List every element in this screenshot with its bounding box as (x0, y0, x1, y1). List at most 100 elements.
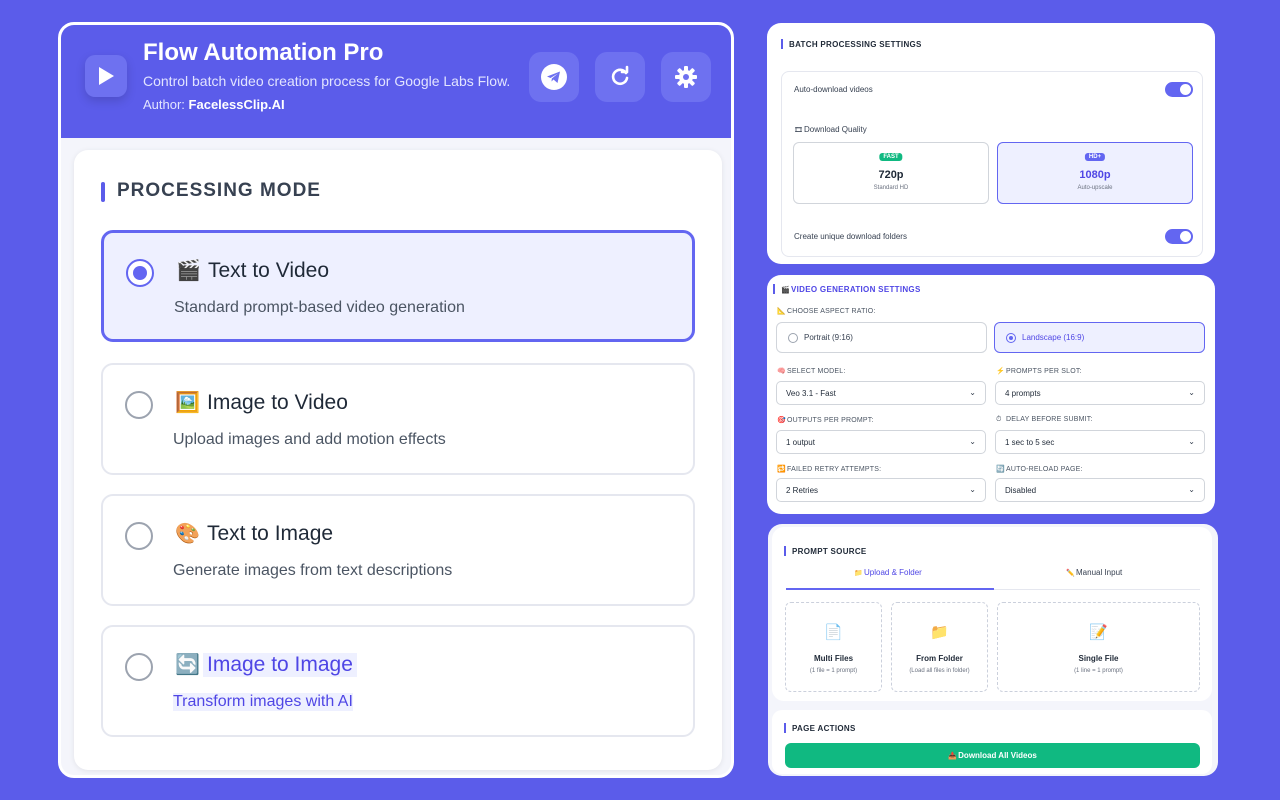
batch-settings-panel: BATCH PROCESSING SETTINGS Auto-download … (767, 23, 1215, 264)
auto-download-toggle[interactable] (1165, 82, 1193, 97)
processing-mode-title: PROCESSING MODE (101, 180, 321, 202)
app-author: Author: FacelessClip.AI (143, 97, 285, 112)
mode-option-image-to-video[interactable]: 🖼️ Image to Video Upload images and add … (101, 363, 695, 475)
delay-label: ⏱ DELAY BEFORE SUBMIT: (996, 416, 1093, 424)
model-select[interactable]: Veo 3.1 - Fast ⌄ (776, 381, 986, 405)
radio-button[interactable] (125, 391, 153, 419)
picture-icon: 🖼️ (175, 392, 200, 414)
page-actions-title: PAGE ACTIONS (784, 723, 856, 733)
mode-option-text-to-image[interactable]: 🎨 Text to Image Generate images from tex… (101, 494, 695, 606)
mode-option-text-to-video[interactable]: 🎬 Text to Video Standard prompt-based vi… (101, 230, 695, 342)
outputs-text: OUTPUTS PER PROMPT: (787, 417, 874, 424)
source-multi-files[interactable]: 📄 Multi Files (1 file = 1 prompt) (785, 602, 882, 692)
clapper-icon: 🎬 (781, 287, 791, 294)
select-value: 1 sec to 5 sec (1005, 438, 1055, 447)
source-sub: (Load all files in folder) (909, 668, 970, 674)
radio-button[interactable] (126, 259, 154, 287)
video-settings-text: VIDEO GENERATION SETTINGS (791, 285, 921, 294)
model-text: SELECT MODEL: (787, 368, 846, 375)
select-value: Disabled (1005, 486, 1037, 495)
mode-option-image-to-image[interactable]: 🔄 Image to Image Transform images with A… (101, 625, 695, 737)
source-single-file[interactable]: 📝 Single File (1 line = 1 prompt) (997, 602, 1200, 692)
prompt-source-card: PROMPT SOURCE 📁Upload & Folder ✏️Manual … (772, 527, 1212, 701)
download-all-button[interactable]: 📥Download All Videos (785, 743, 1200, 768)
video-settings-panel: 🎬VIDEO GENERATION SETTINGS 📐CHOOSE ASPEC… (767, 275, 1215, 514)
source-title: Single File (1078, 654, 1119, 663)
prompts-per-slot-select[interactable]: 4 prompts ⌄ (995, 381, 1205, 405)
telegram-icon (541, 64, 567, 90)
film-icon: 🎞 (794, 127, 803, 134)
select-value: 1 output (786, 438, 815, 447)
reload-text: AUTO-RELOAD PAGE: (1006, 466, 1083, 473)
quality-option-1080p[interactable]: HD+ 1080p Auto-upscale (997, 142, 1193, 204)
brain-icon: 🧠 (777, 368, 786, 375)
portrait-label: Portrait (9:16) (804, 333, 853, 342)
option-description: Generate images from text descriptions (173, 562, 453, 579)
telegram-button[interactable] (529, 52, 579, 102)
lightning-icon: ⚡ (996, 368, 1005, 375)
chevron-down-icon: ⌄ (1188, 388, 1195, 397)
unique-folders-label: Create unique download folders (794, 232, 907, 241)
memo-icon: 📝 (1089, 624, 1108, 641)
ruler-icon: 📐 (777, 308, 786, 315)
gear-icon (675, 66, 697, 88)
folder-icon: 📁 (930, 624, 949, 641)
document-icon: 📄 (824, 624, 843, 641)
select-value: 4 prompts (1005, 389, 1041, 398)
radio-button[interactable] (125, 522, 153, 550)
app-title: Flow Automation Pro (143, 39, 384, 66)
chevron-down-icon: ⌄ (1188, 437, 1195, 446)
tab-upload-folder[interactable]: 📁Upload & Folder (854, 568, 922, 577)
folder-icon: 📁 (854, 570, 863, 577)
portrait-option[interactable]: Portrait (9:16) (776, 322, 987, 353)
batch-settings-box: Auto-download videos 🎞Download Quality F… (781, 71, 1203, 257)
clapper-icon: 🎬 (176, 260, 201, 282)
unique-folders-toggle[interactable] (1165, 229, 1193, 244)
quality-value: 720p (878, 169, 904, 181)
main-panel: Flow Automation Pro Control batch video … (58, 22, 734, 778)
app-subtitle: Control batch video creation process for… (143, 73, 511, 89)
quality-sub: Standard HD (873, 185, 909, 191)
radio-button[interactable] (1006, 333, 1016, 343)
chevron-down-icon: ⌄ (1188, 485, 1195, 494)
source-sub: (1 file = 1 prompt) (809, 668, 858, 674)
page-actions-card: PAGE ACTIONS 📥Download All Videos (772, 710, 1212, 774)
option-title: Image to Video (207, 391, 348, 414)
refresh-button[interactable] (595, 52, 645, 102)
quality-sub: Auto-upscale (1077, 185, 1113, 191)
reload-icon: 🔄 (996, 466, 1005, 473)
reload-select[interactable]: Disabled ⌄ (995, 478, 1205, 502)
source-sub: (1 line = 1 prompt) (1074, 668, 1123, 674)
pencil-icon: ✏️ (1066, 570, 1075, 577)
author-label: Author: (143, 97, 185, 112)
aspect-ratio-text: CHOOSE ASPECT RATIO: (787, 308, 876, 315)
tab-active-indicator (786, 588, 994, 590)
download-quality-label: 🎞Download Quality (794, 125, 867, 134)
retry-select[interactable]: 2 Retries ⌄ (776, 478, 986, 502)
video-settings-title: 🎬VIDEO GENERATION SETTINGS (773, 284, 921, 294)
chevron-down-icon: ⌄ (969, 437, 976, 446)
source-from-folder[interactable]: 📁 From Folder (Load all files in folder) (891, 602, 988, 692)
retry-label: 🔁FAILED RETRY ATTEMPTS: (777, 465, 881, 473)
aspect-ratio-label: 📐CHOOSE ASPECT RATIO: (777, 307, 876, 315)
prompts-per-slot-label: ⚡PROMPTS PER SLOT: (996, 367, 1082, 375)
outputs-select[interactable]: 1 output ⌄ (776, 430, 986, 454)
hd-badge: HD+ (1084, 153, 1106, 161)
author-name: FacelessClip.AI (188, 97, 285, 112)
option-description: Transform images with AI (173, 693, 353, 711)
tab-divider (994, 589, 1200, 590)
outputs-label: 🎯OUTPUTS PER PROMPT: (777, 416, 874, 424)
quality-option-720p[interactable]: FAST 720p Standard HD (793, 142, 989, 204)
radio-button[interactable] (125, 653, 153, 681)
cycle-icon: 🔄 (175, 654, 200, 676)
option-title: Text to Image (207, 522, 334, 545)
settings-button[interactable] (661, 52, 711, 102)
delay-select[interactable]: 1 sec to 5 sec ⌄ (995, 430, 1205, 454)
tab-manual-input[interactable]: ✏️Manual Input (1066, 568, 1122, 577)
option-title: Image to Image (203, 653, 357, 677)
play-button[interactable] (85, 55, 127, 97)
select-value: Veo 3.1 - Fast (786, 389, 836, 398)
landscape-option[interactable]: Landscape (16:9) (994, 322, 1205, 353)
radio-button[interactable] (788, 333, 798, 343)
chevron-down-icon: ⌄ (969, 388, 976, 397)
